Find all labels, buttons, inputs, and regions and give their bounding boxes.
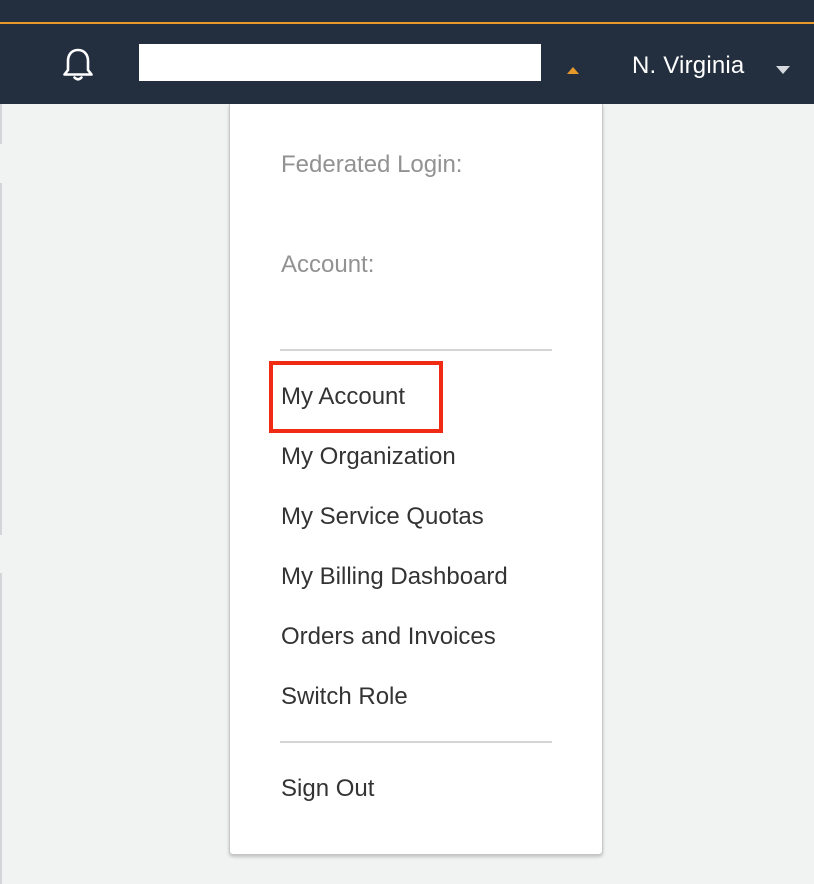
federated-login-label: Federated Login: [281, 151, 463, 178]
menu-item-my-account[interactable]: My Account [281, 382, 405, 412]
caret-up-icon[interactable] [566, 62, 580, 74]
menu-divider [280, 349, 552, 351]
left-panel-edge [0, 183, 2, 535]
menu-item-my-billing-dashboard[interactable]: My Billing Dashboard [281, 562, 508, 592]
menu-item-switch-role[interactable]: Switch Role [281, 682, 408, 712]
bell-icon[interactable] [58, 45, 98, 85]
menu-item-my-service-quotas[interactable]: My Service Quotas [281, 502, 484, 532]
caret-down-icon-svg [776, 66, 790, 74]
menu-divider [280, 741, 552, 743]
top-navbar: N. Virginia [0, 24, 814, 104]
left-panel-edge [0, 573, 2, 884]
menu-item-sign-out[interactable]: Sign Out [281, 774, 374, 804]
menu-item-my-organization[interactable]: My Organization [281, 442, 456, 472]
account-dropdown-menu: Federated Login: Account: My Account My … [229, 104, 603, 855]
account-label: Account: [281, 251, 375, 278]
account-menu-button[interactable] [139, 44, 541, 81]
caret-down-icon[interactable] [775, 62, 791, 74]
region-selector[interactable]: N. Virginia [632, 50, 744, 82]
left-panel-edge [0, 104, 2, 144]
menu-item-orders-and-invoices[interactable]: Orders and Invoices [281, 622, 496, 652]
caret-up-icon-svg [567, 67, 579, 74]
bell-icon-svg [63, 48, 93, 81]
top-accent-bar [0, 0, 814, 24]
